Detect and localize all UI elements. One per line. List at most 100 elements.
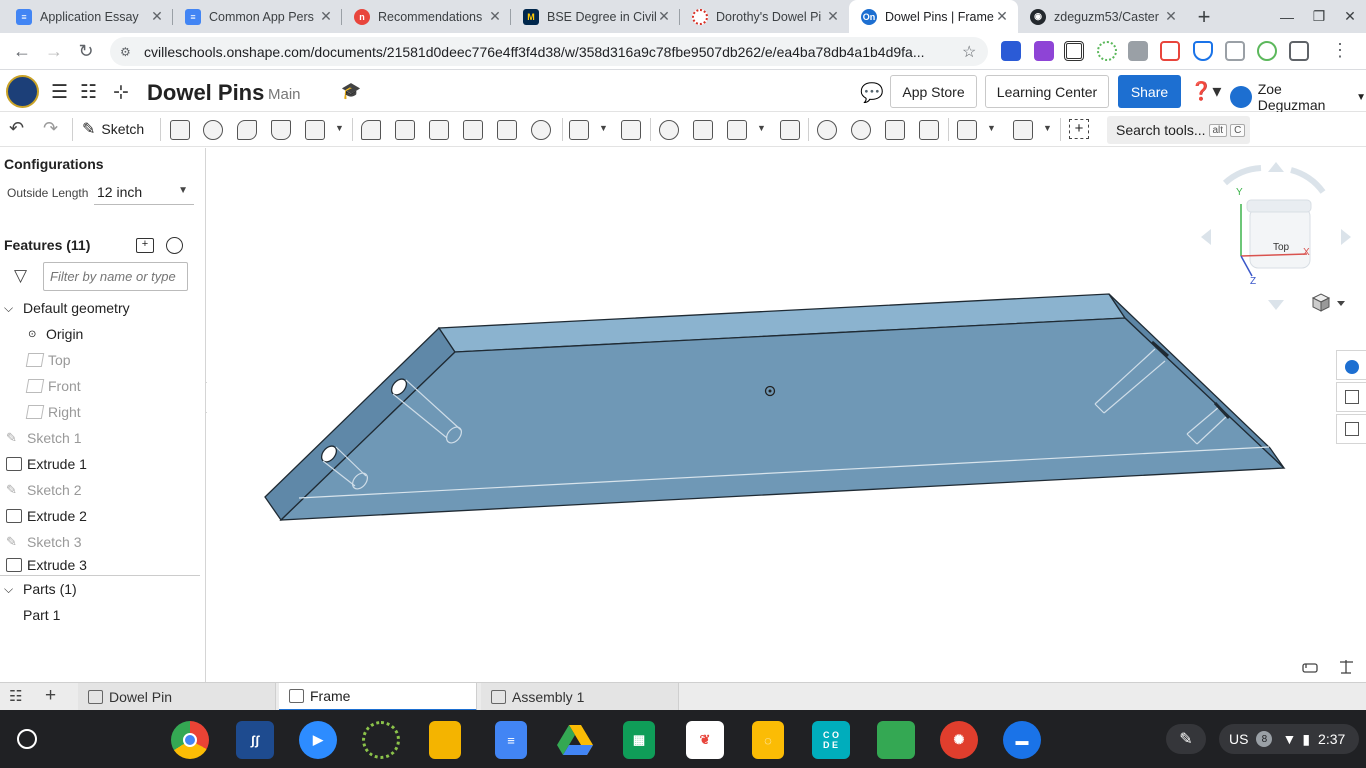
bookmark-star-icon[interactable]: ☆ xyxy=(962,42,988,62)
tree-extrude[interactable]: Extrude 3 xyxy=(0,555,200,575)
browser-tab[interactable]: ◉ zdeguzm53/Caster ✕ xyxy=(1018,0,1187,33)
hole-icon[interactable] xyxy=(531,120,551,140)
stylus-tools-icon[interactable]: ✎ xyxy=(1166,724,1206,754)
browser-tab-active[interactable]: On Dowel Pins | Frame ✕ xyxy=(849,0,1018,33)
part-model[interactable]: Y X Z Top xyxy=(207,148,1366,682)
extension-icon[interactable] xyxy=(1097,41,1117,61)
google-slides-icon[interactable] xyxy=(429,721,461,759)
chamfer-icon[interactable] xyxy=(395,120,415,140)
boolean-icon[interactable] xyxy=(659,120,679,140)
add-tab-icon[interactable]: + xyxy=(45,685,56,707)
modify-fillet-icon[interactable] xyxy=(817,120,837,140)
google-sheets-icon[interactable]: ▦ xyxy=(623,721,655,759)
measure-icon[interactable] xyxy=(1302,663,1318,673)
menu-hamburger-icon[interactable]: ☰ xyxy=(51,81,68,104)
tree-extrude[interactable]: Extrude 1 xyxy=(0,451,200,477)
split-icon[interactable] xyxy=(693,120,713,140)
mirror-icon[interactable] xyxy=(621,120,641,140)
document-title[interactable]: Dowel Pins xyxy=(147,80,264,106)
tree-sketch[interactable]: ✎ Sketch 1 xyxy=(0,425,200,451)
browser-tab[interactable]: Dorothy's Dowel Pi ✕ xyxy=(680,0,849,33)
insert-icon[interactable]: ⊹ xyxy=(113,81,129,104)
tree-part[interactable]: Part 1 xyxy=(0,602,200,628)
tree-sketch[interactable]: ✎ Sketch 3 xyxy=(0,529,200,555)
google-drive-icon[interactable] xyxy=(556,721,594,759)
back-icon[interactable]: ← xyxy=(6,35,38,67)
close-icon[interactable]: ✕ xyxy=(1163,8,1179,25)
fillet-icon[interactable] xyxy=(361,120,381,140)
chevron-down-icon[interactable]: ▼ xyxy=(987,123,996,133)
minimize-icon[interactable]: — xyxy=(1271,0,1303,33)
code-org-icon[interactable]: C OD E xyxy=(812,721,850,759)
replace-face-icon[interactable] xyxy=(919,120,939,140)
rotate-arc-icon[interactable] xyxy=(1222,165,1262,186)
browser-tab[interactable]: ≡ Application Essay ✕ xyxy=(4,0,173,33)
sweep-icon[interactable] xyxy=(237,120,257,140)
sheet-metal-icon[interactable] xyxy=(1013,120,1033,140)
close-window-icon[interactable]: ✕ xyxy=(1334,0,1366,33)
revolve-icon[interactable] xyxy=(203,120,223,140)
configuration-select[interactable]: 12 inch ▼ xyxy=(94,179,194,205)
address-bar[interactable]: ⚙ cvilleschools.onshape.com/documents/21… xyxy=(110,37,988,66)
tree-plane-top[interactable]: Top xyxy=(0,347,200,373)
sketch-button[interactable]: ✎ Sketch xyxy=(82,119,144,139)
user-menu[interactable]: Zoe Deguzman ▼ xyxy=(1230,81,1366,113)
reload-icon[interactable]: ↻ xyxy=(70,35,102,67)
extension-icon[interactable] xyxy=(1257,41,1277,61)
draft-icon[interactable] xyxy=(429,120,449,140)
qr-code-icon[interactable] xyxy=(1064,41,1084,61)
illuminate-icon[interactable]: ❦ xyxy=(686,721,724,759)
rotate-arc-icon[interactable] xyxy=(1290,167,1326,194)
document-branch[interactable]: Main xyxy=(268,86,301,103)
files-icon[interactable]: ▬ xyxy=(1003,721,1041,759)
tab-frame[interactable]: Frame xyxy=(279,683,477,711)
tree-parts[interactable]: ⌵ Parts (1) xyxy=(0,576,200,602)
tree-extrude[interactable]: Extrude 2 xyxy=(0,503,200,529)
arrow-down-icon[interactable] xyxy=(1268,300,1284,310)
graphics-viewport[interactable]: Y X Z Top xyxy=(207,148,1366,682)
tree-plane-front[interactable]: Front xyxy=(0,373,200,399)
share-button[interactable]: Share xyxy=(1118,75,1181,108)
extension-icon[interactable] xyxy=(1225,41,1245,61)
chevron-down-icon[interactable]: ▼ xyxy=(757,123,766,133)
search-tools-button[interactable]: Search tools... alt C xyxy=(1107,116,1250,144)
google-keep-icon[interactable]: ◌ xyxy=(752,721,784,759)
chevron-down-icon[interactable]: ▼ xyxy=(335,123,344,133)
google-maps-icon[interactable] xyxy=(877,721,915,759)
redo-icon[interactable]: ↷ xyxy=(43,118,58,139)
view-options-icon[interactable] xyxy=(1311,293,1345,312)
chrome-icon[interactable] xyxy=(171,721,209,759)
site-info-icon[interactable]: ⚙ xyxy=(120,45,138,59)
extension-icon[interactable] xyxy=(1034,41,1054,61)
bom-panel-icon[interactable] xyxy=(1336,382,1366,412)
tab-dowel-pin[interactable]: Dowel Pin xyxy=(78,683,276,711)
add-custom-feature-icon[interactable]: + xyxy=(1069,119,1089,139)
rollback-timer-icon[interactable] xyxy=(166,237,183,254)
tree-origin[interactable]: ⊙ Origin xyxy=(0,321,200,347)
browser-tab[interactable]: M BSE Degree in Civil ✕ xyxy=(511,0,680,33)
browser-tab[interactable]: ≡ Common App Pers ✕ xyxy=(173,0,342,33)
extensions-puzzle-icon[interactable] xyxy=(1289,41,1309,61)
app-icon[interactable]: ʃʃ xyxy=(236,721,274,759)
delete-part-icon[interactable] xyxy=(780,120,800,140)
filter-input[interactable] xyxy=(43,262,188,291)
new-tab-button[interactable]: + xyxy=(1187,0,1221,33)
loft-icon[interactable] xyxy=(271,120,291,140)
tab-assembly[interactable]: Assembly 1 xyxy=(481,683,679,711)
pattern-icon[interactable] xyxy=(569,120,589,140)
zoom-icon[interactable]: ▶ xyxy=(299,721,337,759)
menu-dots-icon[interactable]: ⋮ xyxy=(1330,41,1350,61)
variables-panel-icon[interactable] xyxy=(1336,414,1366,444)
learning-center-button[interactable]: Learning Center xyxy=(985,75,1109,108)
google-docs-icon[interactable]: ≡ xyxy=(495,721,527,759)
status-tray[interactable]: US 8 ▼ ▮ 2:37 xyxy=(1219,724,1359,754)
chevron-down-icon[interactable]: ▼ xyxy=(599,123,608,133)
feature-list-icon[interactable]: ☷ xyxy=(80,81,97,104)
extension-icon[interactable] xyxy=(1128,41,1148,61)
filter-icon[interactable]: ▽ xyxy=(14,266,27,286)
transform-icon[interactable] xyxy=(727,120,747,140)
view-cube-face[interactable] xyxy=(1249,207,1311,269)
tree-sketch[interactable]: ✎ Sketch 2 xyxy=(0,477,200,503)
close-icon[interactable]: ✕ xyxy=(149,8,165,25)
undo-icon[interactable]: ↶ xyxy=(9,118,24,139)
